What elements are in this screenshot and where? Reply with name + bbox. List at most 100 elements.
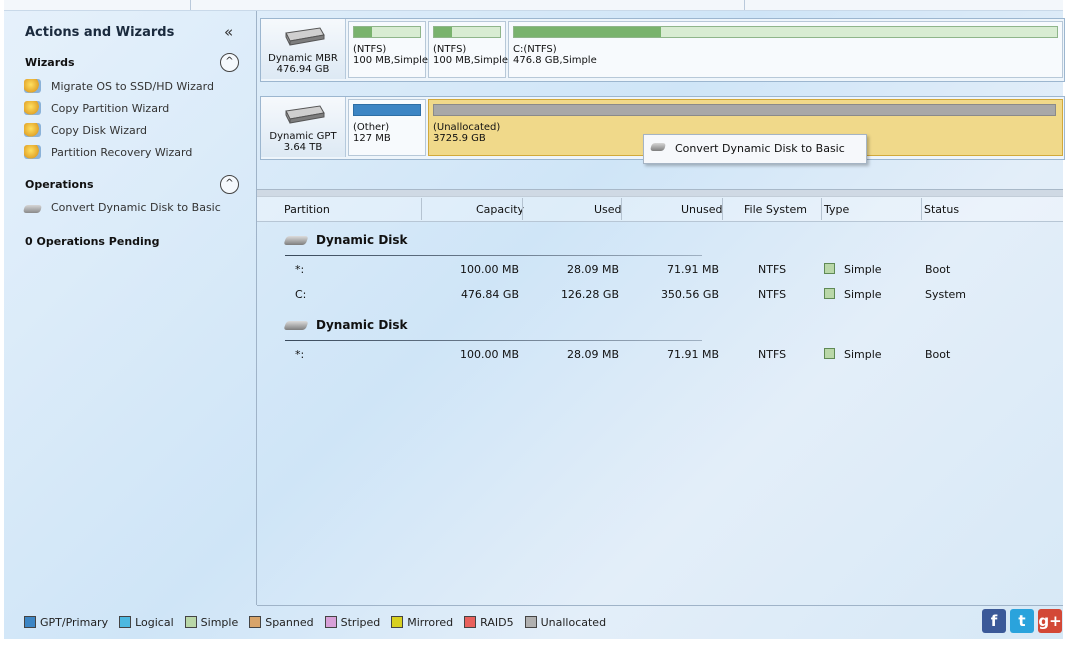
cell-used: 28.09 MB: [566, 348, 619, 361]
column-separator[interactable]: [821, 198, 822, 220]
legend-item-unallocated: Unallocated: [524, 615, 607, 629]
usage-fill: [434, 27, 453, 37]
legend-swatch: [464, 616, 477, 628]
column-separator[interactable]: [421, 198, 422, 220]
collapse-panel-button[interactable]: «: [224, 23, 233, 41]
usage-fill: [354, 27, 373, 37]
column-separator[interactable]: [921, 198, 922, 220]
legend-label: Logical: [135, 615, 174, 629]
legend-label: Mirrored: [407, 615, 454, 629]
cell-capacity: 476.84 GB: [460, 288, 519, 301]
column-header-unused[interactable]: Unused: [681, 203, 722, 216]
chevron-up-icon: ^: [225, 178, 234, 189]
cell-capacity: 100.00 MB: [459, 348, 519, 361]
wizard-item-partition-recovery[interactable]: Partition Recovery Wizard: [24, 145, 192, 159]
disk-icon: [649, 143, 667, 151]
legend-label: Unallocated: [540, 615, 607, 629]
table-bottom-border: [257, 605, 1063, 606]
column-header-partition[interactable]: Partition: [284, 203, 330, 216]
partition-block[interactable]: (Other) 127 MB: [348, 99, 426, 156]
google-plus-icon[interactable]: g+: [1038, 609, 1062, 633]
wizard-item-copy-partition[interactable]: Copy Partition Wizard: [24, 101, 169, 115]
group-underline: [285, 340, 702, 341]
usage-bar: [433, 26, 501, 38]
legend-label: Spanned: [265, 615, 314, 629]
usage-fill: [514, 27, 661, 37]
usage-bar: [353, 26, 421, 38]
toolbar-separator: [744, 0, 745, 10]
disk-icon: [22, 205, 43, 213]
operations-pending: 0 Operations Pending: [25, 235, 160, 248]
cell-status: Boot: [925, 263, 951, 276]
usage-bar: [433, 104, 1056, 116]
hard-disk-icon: [285, 27, 325, 46]
actions-panel: Actions and Wizards « Wizards ^ Migrate …: [4, 11, 256, 605]
context-menu-label: Convert Dynamic Disk to Basic: [675, 142, 845, 155]
disk-group-label: Dynamic Disk: [316, 233, 408, 247]
wizards-header: Wizards: [25, 56, 75, 69]
twitter-icon[interactable]: t: [1010, 609, 1034, 633]
disk-group-header[interactable]: Dynamic Disk: [283, 233, 408, 247]
legend-item-mirrored: Mirrored: [391, 615, 453, 629]
social-links: f t g+: [982, 609, 1066, 633]
operation-item-convert-dynamic[interactable]: Convert Dynamic Disk to Basic: [22, 201, 221, 214]
facebook-icon[interactable]: f: [982, 609, 1006, 633]
disk-info[interactable]: Dynamic GPT 3.64 TB: [261, 97, 346, 157]
disk-group-header[interactable]: Dynamic Disk: [283, 318, 408, 332]
column-separator[interactable]: [722, 198, 723, 220]
type-color-swatch: [824, 263, 835, 274]
disk-icon: [283, 320, 309, 330]
partition-fs: (Other): [353, 122, 390, 133]
operations-collapse-button[interactable]: ^: [220, 175, 239, 194]
column-header-capacity[interactable]: Capacity: [476, 203, 524, 216]
disk-row-1[interactable]: Dynamic MBR 476.94 GB (NTFS) 100 MB,Simp…: [260, 18, 1065, 82]
wizard-item-migrate-os[interactable]: Migrate OS to SSD/HD Wizard: [24, 79, 214, 93]
cell-used: 126.28 GB: [560, 288, 619, 301]
wizard-item-label: Migrate OS to SSD/HD Wizard: [51, 79, 214, 93]
hard-disk-icon: [285, 105, 325, 124]
column-header-file-system[interactable]: File System: [744, 203, 807, 216]
wizard-item-copy-disk[interactable]: Copy Disk Wizard: [24, 123, 147, 137]
partition-block[interactable]: C:(NTFS) 476.8 GB,Simple: [508, 21, 1063, 78]
usage-bar: [353, 104, 421, 116]
cell-type: Simple: [824, 288, 882, 301]
facebook-glyph: f: [990, 612, 998, 630]
cell-status: Boot: [925, 348, 951, 361]
column-header-type[interactable]: Type: [824, 203, 849, 216]
partition-block[interactable]: (NTFS) 100 MB,Simple: [348, 21, 429, 78]
context-menu-item-convert[interactable]: Convert Dynamic Disk to Basic: [644, 135, 866, 163]
disk-name: Dynamic GPT: [269, 131, 337, 142]
partition-size: 100 MB,Simple: [433, 55, 509, 66]
cell-status: System: [925, 288, 967, 301]
window-border-bottom: [0, 639, 1069, 647]
cell-unused: 71.91 MB: [666, 263, 719, 276]
chevron-up-icon: ^: [225, 56, 234, 67]
column-separator[interactable]: [621, 198, 622, 220]
cell-type-label: Simple: [844, 263, 882, 276]
column-separator[interactable]: [522, 198, 523, 220]
partition-fs: (NTFS): [353, 44, 387, 55]
legend-item-logical: Logical: [119, 615, 174, 629]
wizards-collapse-button[interactable]: ^: [220, 53, 239, 72]
operations-header: Operations: [25, 178, 94, 191]
column-header-status[interactable]: Status: [924, 203, 959, 216]
legend-swatch: [24, 616, 36, 628]
wizard-item-label: Copy Disk Wizard: [51, 123, 148, 137]
partition-block[interactable]: (NTFS) 100 MB,Simple: [428, 21, 509, 78]
column-header-used[interactable]: Used: [594, 203, 622, 216]
legend: GPT/Primary Logical Simple Spanned Strip…: [24, 615, 617, 629]
wizard-item-label: Partition Recovery Wizard: [51, 145, 193, 159]
context-menu: Convert Dynamic Disk to Basic: [643, 134, 867, 164]
partition-table: Partition Capacity Used Unused File Syst…: [257, 196, 1063, 605]
partition-size: 476.8 GB,Simple: [513, 55, 597, 66]
wizard-icon: [24, 145, 41, 159]
cell-partition: C:: [295, 288, 307, 301]
disk-info[interactable]: Dynamic MBR 476.94 GB: [261, 19, 346, 79]
cell-unused: 71.91 MB: [666, 348, 719, 361]
disk-name: Dynamic MBR: [268, 53, 338, 64]
wizard-icon: [24, 79, 41, 93]
partition-size: 100 MB,Simple: [353, 55, 429, 66]
legend-item-simple: Simple: [184, 615, 238, 629]
disk-icon: [283, 235, 309, 245]
type-color-swatch: [824, 288, 835, 299]
